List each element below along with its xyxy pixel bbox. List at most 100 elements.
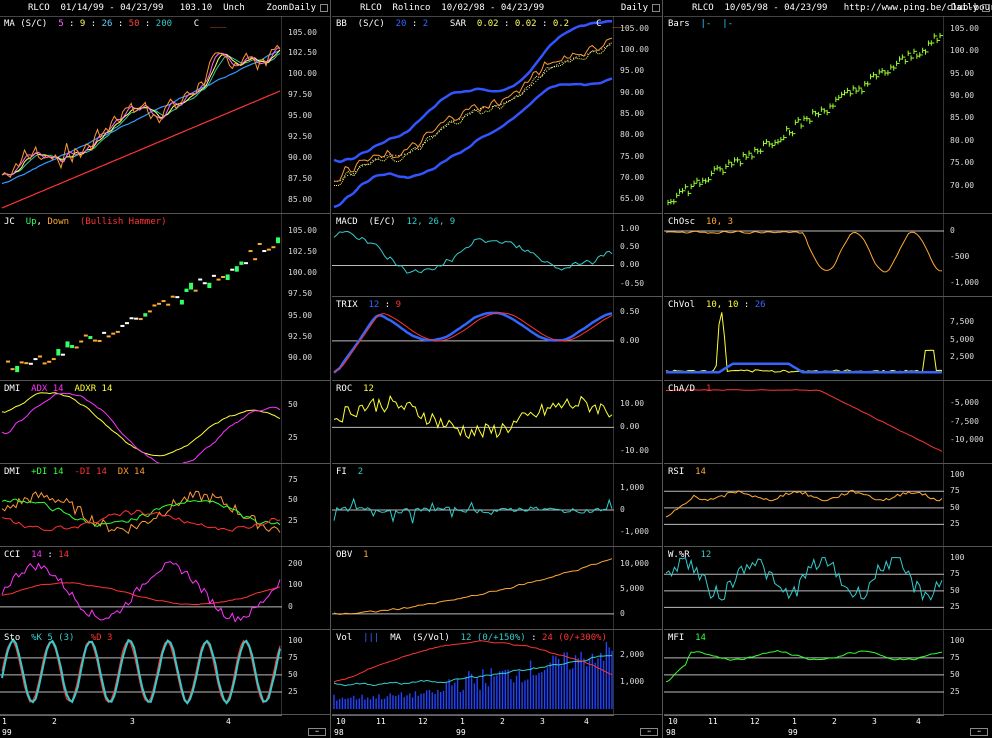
indicator-panel-cci[interactable]: CCI 14 : 14 200 100 0	[0, 547, 330, 630]
ma9-line	[1, 49, 281, 176]
x-tick-label: 3	[872, 717, 877, 726]
indicator-panel-rsi[interactable]: RSI 14 100 75 50 25	[664, 464, 992, 547]
title-segment: 24 (0/+300%)	[541, 633, 607, 643]
title-segment: %K 5 (3)	[31, 633, 75, 643]
y-tick-label: 75	[950, 486, 960, 496]
panel-title: ChVol 10, 10 : 26	[668, 300, 766, 310]
dropdown-icon[interactable]	[652, 4, 660, 12]
candle	[51, 358, 56, 361]
trix-line	[333, 311, 613, 374]
indicator-panel-sto[interactable]: Sto %K 5 (3) %D 3 100 75 50 25	[0, 630, 330, 715]
scroll-button-icon[interactable]: ↔	[970, 728, 988, 736]
indicator-panel-dmi1[interactable]: DMI ADX 14 ADXR 14 50 25	[0, 381, 330, 464]
header-title: RLCO Rolinco 10/02/98 - 04/23/99	[360, 3, 545, 13]
title-segment: MACD (E/C)	[336, 217, 407, 227]
panel-title: MACD (E/C) 12, 26, 9	[336, 217, 455, 227]
indicator-panel-chosc[interactable]: ChOsc 10, 3 0 -500 -1,000	[664, 214, 992, 297]
panel-title: ChOsc 10, 3	[668, 217, 733, 227]
indicator-panel-fi[interactable]: FI 2 1,000 0 -1,000	[332, 464, 662, 547]
y-tick-label: 0	[950, 226, 955, 236]
period-selector[interactable]: Daily	[621, 3, 648, 13]
y-tick-label: 2,000	[620, 650, 645, 660]
mfi-line	[665, 649, 943, 683]
bb-upper-line	[333, 20, 612, 164]
title-segment: MFI	[668, 633, 696, 643]
y-axis: 0.50 0.00	[614, 297, 662, 381]
y-tick-label: 92.50	[288, 331, 313, 341]
candle	[276, 237, 280, 244]
chart-column-right: RLCO 10/05/98 - 04/23/99 http://www.ping…	[664, 0, 992, 738]
y-axis: 100 75 50 25	[944, 464, 992, 547]
candle	[198, 278, 203, 281]
dropdown-icon[interactable]	[320, 4, 328, 12]
y-axis: 75 50 25	[282, 464, 330, 547]
indicator-panel-roc[interactable]: ROC 12 10.00 0.00 -10.00	[332, 381, 662, 464]
plot-area-jc	[6, 214, 282, 380]
panel-title: DMI ADX 14 ADXR 14	[4, 384, 112, 394]
indicator-panel-chvol[interactable]: ChVol 10, 10 : 26 7,500 5,000 2,500	[664, 297, 992, 381]
title-segment: :	[63, 19, 80, 29]
candle	[202, 282, 207, 285]
y-tick-label: 200	[288, 558, 303, 568]
macd-line	[333, 230, 613, 274]
y-axis: 10.00 0.00 -10.00	[614, 381, 662, 464]
indicator-panel-dmi2[interactable]: DMI +DI 14 -DI 14 DX 14 75 50 25	[0, 464, 330, 547]
title-segment: 1	[705, 384, 712, 394]
panel-title: BB (S/C) 20 : 2 SAR 0.02 : 0.02 : 0.2 C …	[336, 19, 629, 29]
indicator-panel-bars[interactable]: Bars |- |- 105.00 100.00 95.00 90.00 85.00 80.…	[664, 16, 992, 214]
scroll-button-icon[interactable]: ↔	[308, 728, 326, 736]
header-title: RLCO 01/14/99 - 04/23/99 103.10 Unch Zoo…	[28, 3, 289, 13]
plot-area-bb	[333, 16, 614, 213]
indicator-panel-macd[interactable]: MACD (E/C) 12, 26, 9 1.00 0.50 0.00 -0.50	[332, 214, 662, 297]
panel-title: FI 2	[336, 467, 363, 477]
title-segment: 12, 26, 9	[406, 217, 456, 227]
dropdown-icon[interactable]	[982, 4, 990, 12]
stoch-d-line	[1, 639, 281, 704]
chart-column-mid: RLCO Rolinco 10/02/98 - 04/23/99 Daily BB …	[332, 0, 662, 738]
y-tick-label: 80.00	[620, 130, 645, 140]
indicator-panel-ma[interactable]: MA (S/C) 5 : 9 : 26 : 50 : 200 C ___ 105.…	[0, 16, 330, 214]
candle	[115, 330, 120, 333]
y-tick-label: 1.00	[620, 223, 640, 233]
indicator-panel-obv[interactable]: OBV 1 10,000 5,000 0	[332, 547, 662, 630]
y-tick-label: 65.00	[620, 194, 645, 204]
indicator-panel-chad[interactable]: ChA/D 1 -5,000 -7,500 -10,000	[664, 381, 992, 464]
y-tick-label: 105.00	[950, 23, 979, 33]
indicator-panel-vol[interactable]: Vol ||| MA (S/Vol) 12 (0/+150%) : 24 (0/…	[332, 630, 662, 715]
indicator-panel-mfi[interactable]: MFI 14 100 75 50 25	[664, 630, 992, 715]
y-tick-label: 90.00	[950, 91, 975, 101]
candle	[106, 335, 111, 338]
title-segment: 10, 3	[705, 217, 734, 227]
williams-r-line	[665, 556, 943, 602]
obv-line	[333, 558, 613, 615]
candle	[124, 322, 129, 325]
y-tick-label: 95.00	[288, 111, 313, 121]
title-segment: 2	[357, 467, 364, 477]
y-tick-label: 75	[950, 652, 960, 662]
y-tick-label: 0.00	[620, 260, 640, 270]
indicator-panel-jc[interactable]: JC Up, Down (Bullish Hammer) 105.00 102.50…	[0, 214, 330, 381]
indicator-panel-wr[interactable]: W.%R 12 100 75 50 25	[664, 547, 992, 630]
candle	[28, 362, 33, 365]
ma26-line	[1, 50, 281, 185]
candle	[170, 295, 175, 298]
panel-title: ChA/D 1	[668, 384, 711, 394]
year-row: 98 99 ↔	[664, 727, 992, 738]
panel-title: MFI 14	[668, 633, 706, 643]
candle	[111, 332, 116, 335]
period-selector[interactable]: Daily	[951, 3, 978, 13]
y-tick-label: 100	[950, 635, 965, 645]
candle	[248, 250, 253, 253]
title-segment: ADXR 14	[63, 384, 113, 394]
period-selector[interactable]: Daily	[289, 3, 316, 13]
candle	[166, 303, 171, 306]
scroll-button-icon[interactable]: ↔	[640, 728, 658, 736]
column-header: RLCO Rolinco 10/02/98 - 04/23/99 Daily	[332, 0, 662, 17]
y-tick-label: 80.00	[950, 135, 975, 145]
candle	[6, 360, 10, 363]
indicator-panel-trix[interactable]: TRIX 12 : 9 0.50 0.00	[332, 297, 662, 381]
y-tick-label: 25	[288, 515, 298, 525]
y-tick-label: 1,000	[620, 677, 645, 687]
indicator-panel-bb[interactable]: BB (S/C) 20 : 2 SAR 0.02 : 0.02 : 0.2 C …	[332, 16, 662, 214]
candle	[234, 266, 239, 272]
